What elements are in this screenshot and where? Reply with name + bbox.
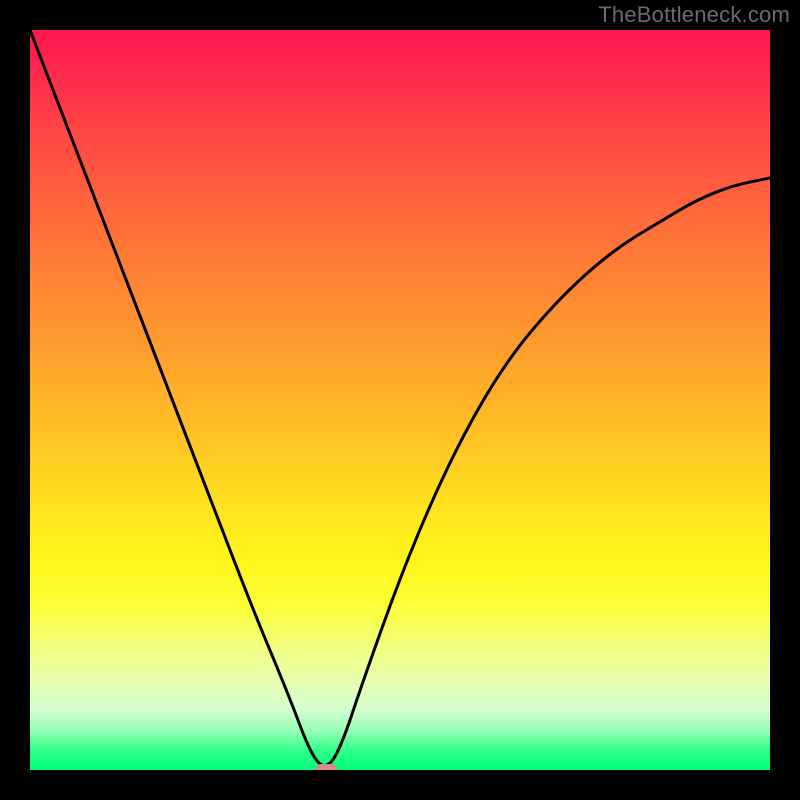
curve-path (30, 30, 770, 766)
plot-area (30, 30, 770, 770)
chart-frame: TheBottleneck.com (0, 0, 800, 800)
optimal-marker (315, 764, 337, 770)
bottleneck-curve (30, 30, 770, 770)
watermark-text: TheBottleneck.com (598, 2, 790, 28)
